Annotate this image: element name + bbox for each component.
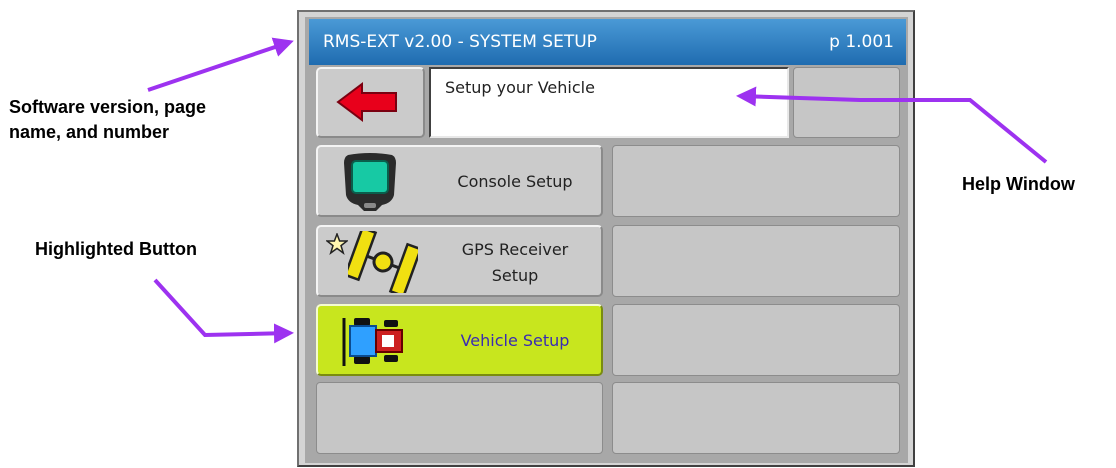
software-version-arrow xyxy=(147,37,294,92)
callout-arrows xyxy=(147,37,1048,344)
highlighted-button-arrow xyxy=(153,278,294,344)
help-window-arrow xyxy=(736,86,1048,164)
